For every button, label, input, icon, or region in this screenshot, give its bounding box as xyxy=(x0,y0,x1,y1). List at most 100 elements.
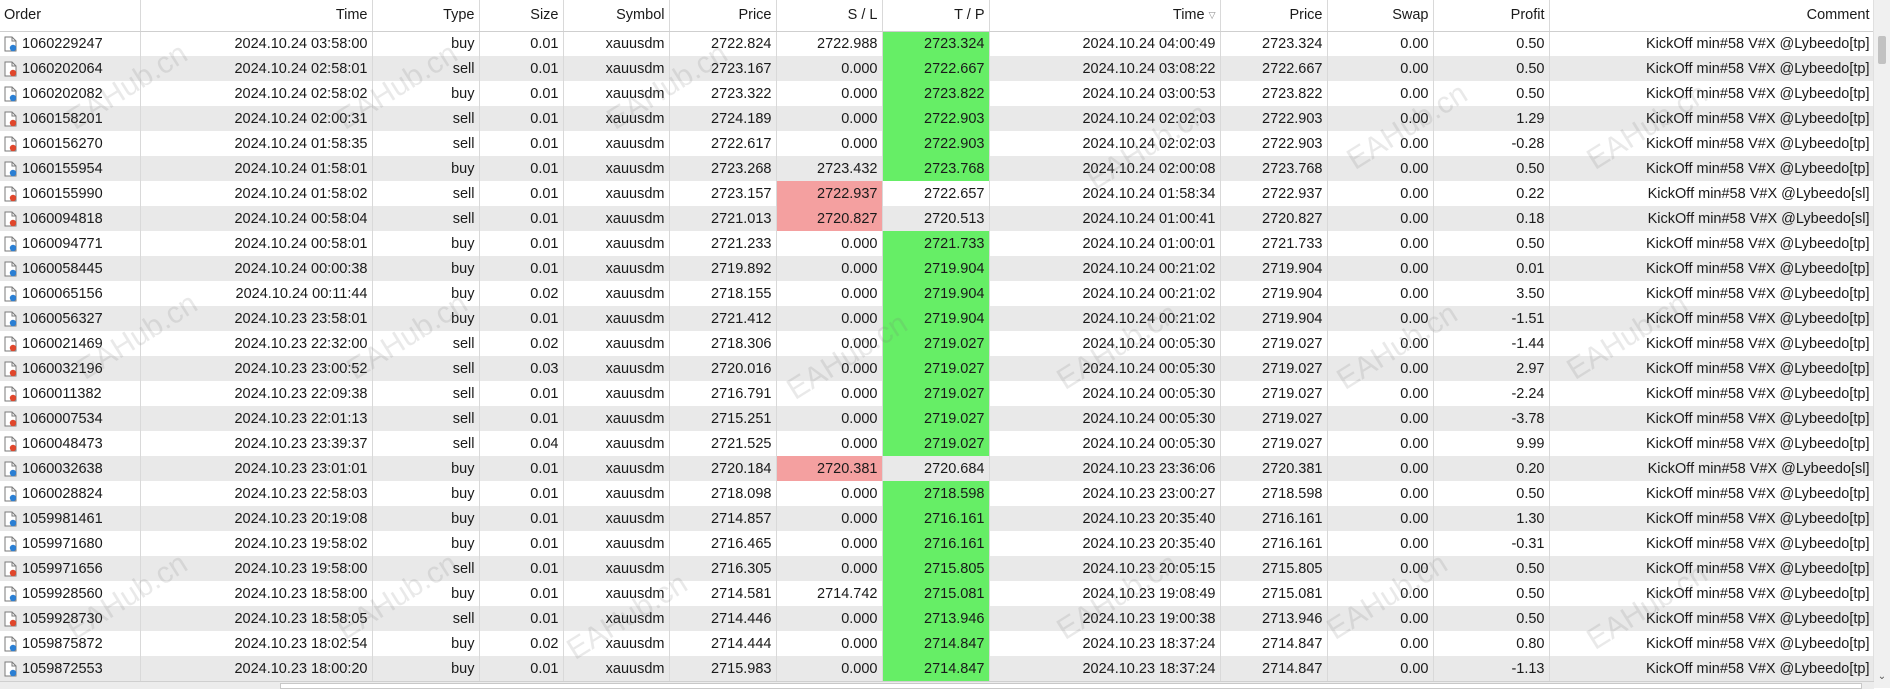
sl-cell: 0.000 xyxy=(776,656,883,681)
open-time-cell: 2024.10.23 23:39:37 xyxy=(140,431,373,456)
vertical-scroll-thumb[interactable] xyxy=(1878,36,1886,64)
table-row[interactable]: 1060202082 2024.10.24 02:58:02 buy 0.01 xauu… xyxy=(0,81,1875,106)
table-row[interactable]: 1059872553 2024.10.23 18:00:20 buy 0.01 xauu… xyxy=(0,656,1875,681)
column-header-comment[interactable]: Comment xyxy=(1549,0,1875,32)
column-header-close-price[interactable]: Price xyxy=(1220,0,1328,32)
table-row[interactable]: 1060048473 2024.10.23 23:39:37 sell 0.04 xau… xyxy=(0,431,1875,456)
sl-cell: 2714.742 xyxy=(776,581,883,606)
close-time-cell: 2024.10.24 00:21:02 xyxy=(989,256,1221,281)
table-row[interactable]: 1059928560 2024.10.23 18:58:00 buy 0.01 xauu… xyxy=(0,581,1875,606)
close-price-cell: 2720.827 xyxy=(1220,206,1328,231)
scroll-down-arrow-icon[interactable]: ⌄ xyxy=(1876,672,1888,682)
order-cell: 1060158201 xyxy=(0,106,141,131)
table-row[interactable]: 1060011382 2024.10.23 22:09:38 sell 0.01 xau… xyxy=(0,381,1875,406)
order-cell: 1060202064 xyxy=(0,56,141,81)
profit-cell: 0.50 xyxy=(1433,606,1550,631)
comment-cell: KickOff min#58 V#X @Lybeedo[tp] xyxy=(1549,531,1875,556)
sell-order-icon xyxy=(4,386,17,401)
swap-cell: 0.00 xyxy=(1327,306,1434,331)
symbol-cell: xauusdm xyxy=(563,606,670,631)
table-row[interactable]: 1060028824 2024.10.23 22:58:03 buy 0.01 xauu… xyxy=(0,481,1875,506)
buy-order-icon xyxy=(4,86,17,101)
close-time-cell: 2024.10.23 23:36:06 xyxy=(989,456,1221,481)
table-row[interactable]: 1060021469 2024.10.23 22:32:00 sell 0.02 xau… xyxy=(0,331,1875,356)
comment-cell: KickOff min#58 V#X @Lybeedo[tp] xyxy=(1549,481,1875,506)
tp-cell: 2714.847 xyxy=(882,631,990,656)
column-header-sl[interactable]: S / L xyxy=(776,0,883,32)
close-price-cell: 2723.768 xyxy=(1220,156,1328,181)
table-row[interactable]: 1060202064 2024.10.24 02:58:01 sell 0.01 xau… xyxy=(0,56,1875,81)
open-price-cell: 2716.791 xyxy=(669,381,777,406)
order-cell: 1059875872 xyxy=(0,631,141,656)
table-row[interactable]: 1059928730 2024.10.23 18:58:05 sell 0.01 xau… xyxy=(0,606,1875,631)
symbol-cell: xauusdm xyxy=(563,81,670,106)
column-header-close-time[interactable]: Time ▽ xyxy=(989,0,1221,32)
vertical-scrollbar[interactable]: ⌄ xyxy=(1873,0,1890,688)
column-header-symbol[interactable]: Symbol xyxy=(563,0,670,32)
comment-cell: KickOff min#58 V#X @Lybeedo[tp] xyxy=(1549,431,1875,456)
tp-cell: 2715.081 xyxy=(882,581,990,606)
type-cell: sell xyxy=(372,181,480,206)
table-row[interactable]: 1060229247 2024.10.24 03:58:00 buy 0.01 xauu… xyxy=(0,31,1875,56)
column-header-size[interactable]: Size xyxy=(479,0,564,32)
table-row[interactable]: 1060007534 2024.10.23 22:01:13 sell 0.01 xau… xyxy=(0,406,1875,431)
column-header-profit[interactable]: Profit xyxy=(1433,0,1550,32)
sl-cell: 2720.381 xyxy=(776,456,883,481)
size-cell: 0.02 xyxy=(479,331,564,356)
table-row[interactable]: 1060058445 2024.10.24 00:00:38 buy 0.01 xauu… xyxy=(0,256,1875,281)
sl-cell: 2723.432 xyxy=(776,156,883,181)
order-id: 1060094818 xyxy=(22,210,103,227)
column-header-swap[interactable]: Swap xyxy=(1327,0,1434,32)
table-row[interactable]: 1059971680 2024.10.23 19:58:02 buy 0.01 xauu… xyxy=(0,531,1875,556)
profit-cell: 0.50 xyxy=(1433,556,1550,581)
comment-cell: KickOff min#58 V#X @Lybeedo[tp] xyxy=(1549,406,1875,431)
profit-cell: 0.50 xyxy=(1433,581,1550,606)
column-header-open-time[interactable]: Time xyxy=(140,0,373,32)
table-row[interactable]: 1059971656 2024.10.23 19:58:00 sell 0.01 xau… xyxy=(0,556,1875,581)
open-price-cell: 2721.525 xyxy=(669,431,777,456)
column-header-open-price[interactable]: Price xyxy=(669,0,777,32)
sell-order-icon xyxy=(4,361,17,376)
open-time-cell: 2024.10.23 22:32:00 xyxy=(140,331,373,356)
table-row[interactable]: 1060158201 2024.10.24 02:00:31 sell 0.01 xau… xyxy=(0,106,1875,131)
close-price-cell: 2718.598 xyxy=(1220,481,1328,506)
close-time-cell: 2024.10.24 01:00:41 xyxy=(989,206,1221,231)
open-time-cell: 2024.10.23 20:19:08 xyxy=(140,506,373,531)
open-price-cell: 2718.155 xyxy=(669,281,777,306)
open-price-cell: 2722.824 xyxy=(669,31,777,56)
table-row[interactable]: 1060155990 2024.10.24 01:58:02 sell 0.01 xau… xyxy=(0,181,1875,206)
table-row[interactable]: 1060056327 2024.10.23 23:58:01 buy 0.01 xauu… xyxy=(0,306,1875,331)
table-row[interactable]: 1060065156 2024.10.24 00:11:44 buy 0.02 xauu… xyxy=(0,281,1875,306)
buy-order-icon xyxy=(4,661,17,676)
table-row[interactable]: 1059981461 2024.10.23 20:19:08 buy 0.01 xauu… xyxy=(0,506,1875,531)
tp-cell: 2722.903 xyxy=(882,106,990,131)
tp-cell: 2723.324 xyxy=(882,31,990,56)
sl-cell: 0.000 xyxy=(776,531,883,556)
close-time-cell: 2024.10.24 02:00:08 xyxy=(989,156,1221,181)
type-cell: buy xyxy=(372,156,480,181)
swap-cell: 0.00 xyxy=(1327,631,1434,656)
table-row[interactable]: 1060032638 2024.10.23 23:01:01 buy 0.01 xauu… xyxy=(0,456,1875,481)
type-cell: sell xyxy=(372,556,480,581)
column-header-type[interactable]: Type xyxy=(372,0,480,32)
order-cell: 1059928730 xyxy=(0,606,141,631)
order-cell: 1059981461 xyxy=(0,506,141,531)
table-row[interactable]: 1060156270 2024.10.24 01:58:35 sell 0.01 xau… xyxy=(0,131,1875,156)
table-row[interactable]: 1059875872 2024.10.23 18:02:54 buy 0.02 xauu… xyxy=(0,631,1875,656)
column-header-order[interactable]: Order xyxy=(0,0,141,32)
comment-cell: KickOff min#58 V#X @Lybeedo[tp] xyxy=(1549,331,1875,356)
table-row[interactable]: 1060032196 2024.10.23 23:00:52 sell 0.03 xau… xyxy=(0,356,1875,381)
close-price-cell: 2722.937 xyxy=(1220,181,1328,206)
symbol-cell: xauusdm xyxy=(563,556,670,581)
horizontal-scroll-thumb[interactable] xyxy=(280,683,1862,689)
trade-history-table: Order Time Type Size Symbol Price S / L … xyxy=(0,0,1875,681)
order-cell: 1060056327 xyxy=(0,306,141,331)
table-row[interactable]: 1060155954 2024.10.24 01:58:01 buy 0.01 xauu… xyxy=(0,156,1875,181)
comment-cell: KickOff min#58 V#X @Lybeedo[tp] xyxy=(1549,56,1875,81)
type-cell: buy xyxy=(372,581,480,606)
column-header-tp[interactable]: T / P xyxy=(882,0,990,32)
sell-order-icon xyxy=(4,611,17,626)
comment-cell: KickOff min#58 V#X @Lybeedo[tp] xyxy=(1549,256,1875,281)
table-row[interactable]: 1060094818 2024.10.24 00:58:04 sell 0.01 xau… xyxy=(0,206,1875,231)
table-row[interactable]: 1060094771 2024.10.24 00:58:01 buy 0.01 xauu… xyxy=(0,231,1875,256)
